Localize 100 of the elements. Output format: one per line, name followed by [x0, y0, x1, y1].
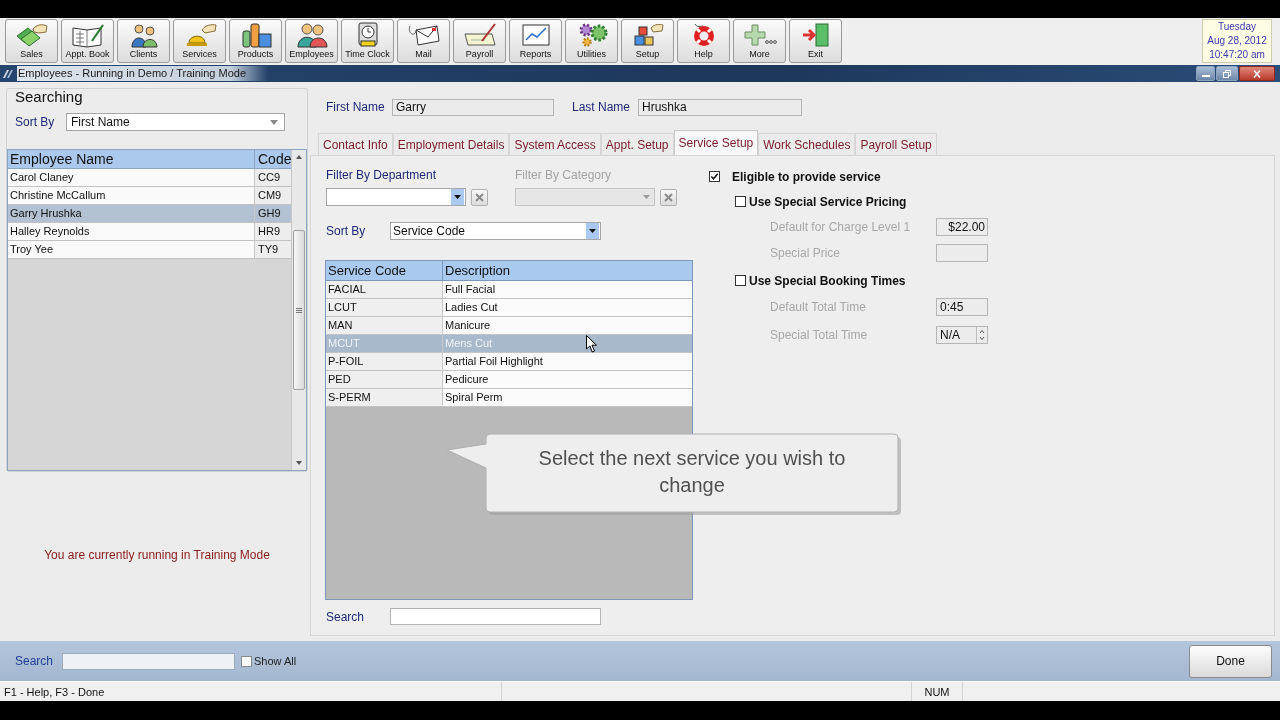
toolbar-button[interactable]: Employees: [285, 19, 338, 63]
table-cell: Spiral Perm: [442, 389, 692, 406]
toolbar-button[interactable]: Clients: [117, 19, 170, 63]
checkbox[interactable]: [735, 275, 746, 286]
table-cell: Ladies Cut: [442, 299, 692, 316]
tab[interactable]: Service Setup: [673, 130, 759, 155]
table-cell: P-FOIL: [326, 353, 442, 370]
cash-hand-icon: [14, 22, 49, 48]
sort-dropdown[interactable]: First Name: [66, 113, 285, 131]
search-label: Search: [15, 654, 55, 668]
search-field[interactable]: [390, 608, 601, 625]
last-name-field[interactable]: Hrushka: [638, 98, 802, 116]
sort-by-label: Sort By: [326, 224, 367, 238]
toolbar-button[interactable]: More: [733, 19, 786, 63]
close-icon: [1252, 69, 1262, 78]
tab[interactable]: Payroll Setup: [855, 133, 937, 155]
training-mode-notice: You are currently running in Training Mode: [44, 548, 270, 562]
toolbar-button[interactable]: Exit: [789, 19, 842, 63]
caret-icon: [451, 189, 464, 205]
search-field[interactable]: [62, 652, 235, 670]
first-name-field[interactable]: Garry: [392, 98, 554, 116]
caret-icon: [270, 119, 278, 125]
restore-button[interactable]: [1216, 66, 1238, 81]
field-label: Special Price: [770, 246, 842, 260]
mouse-pointer-icon: [586, 335, 598, 353]
toolbar-button[interactable]: Setup: [621, 19, 674, 63]
clear-filter-button[interactable]: [660, 188, 677, 206]
toolbar-button[interactable]: Utilities: [565, 19, 618, 63]
column-header[interactable]: Employee Name: [8, 150, 254, 168]
employee-row[interactable]: Halley Reynolds HR9: [8, 223, 292, 241]
restore-icon: [1222, 69, 1232, 78]
sort-by-label: Sort By: [15, 115, 56, 129]
table-cell-text: Christine McCallum: [9, 188, 107, 203]
last-name-label: Last Name: [572, 100, 632, 114]
tab[interactable]: Work Schedules: [758, 133, 856, 155]
table-cell: FACIAL: [326, 281, 442, 298]
clear-filter-button[interactable]: [471, 188, 488, 206]
table-cell: HR9: [254, 223, 292, 240]
toolbar-button[interactable]: Mail: [397, 19, 450, 63]
caret-icon: [586, 223, 599, 239]
group-title: Searching: [15, 89, 83, 105]
checkbox[interactable]: [709, 171, 720, 182]
table-cell: Full Facial: [442, 281, 692, 298]
tab[interactable]: System Access: [509, 133, 601, 155]
toolbar-button[interactable]: Help: [677, 19, 730, 63]
grip-icon: [296, 307, 303, 313]
tab[interactable]: Appt. Setup: [600, 133, 674, 155]
table-cell-text: Halley Reynolds: [9, 224, 91, 239]
service-row[interactable]: PED Pedicure: [326, 371, 692, 389]
spinner-field[interactable]: N/A: [936, 326, 988, 344]
date-text: Aug 28, 2012: [1207, 34, 1267, 48]
column-header[interactable]: Service Code: [326, 261, 442, 280]
app-icon: [2, 67, 14, 80]
service-row[interactable]: P-FOIL Partial Foil Highlight: [326, 353, 692, 371]
field-label: Default Total Time: [770, 300, 867, 314]
service-row[interactable]: FACIAL Full Facial: [326, 281, 692, 299]
first-name-label: First Name: [326, 100, 386, 114]
spin-arrows-icon: [976, 327, 987, 343]
employee-row[interactable]: Garry Hrushka GH9: [8, 205, 292, 223]
service-row[interactable]: MAN Manicure: [326, 317, 692, 335]
toolbar-button[interactable]: Sales: [5, 19, 58, 63]
table-cell: TY9: [254, 241, 292, 258]
two-people-icon: [294, 22, 329, 48]
sort-dropdown[interactable]: Service Code: [390, 222, 601, 240]
open-book-icon: [70, 22, 105, 48]
minimize-button[interactable]: [1196, 66, 1215, 81]
employee-row[interactable]: Carol Claney CC9: [8, 169, 292, 187]
department-dropdown[interactable]: [326, 188, 466, 206]
employee-row[interactable]: Christine McCallum CM9: [8, 187, 292, 205]
checkbox[interactable]: [241, 655, 252, 667]
employee-row[interactable]: Troy Yee TY9: [8, 241, 292, 259]
table-cell: S-PERM: [326, 389, 442, 406]
field-label: Special Total Time: [770, 328, 869, 342]
tab[interactable]: Contact Info: [318, 133, 393, 155]
service-row[interactable]: LCUT Ladies Cut: [326, 299, 692, 317]
price-field[interactable]: $22.00: [936, 218, 988, 236]
close-button[interactable]: [1239, 66, 1275, 81]
toolbar-button[interactable]: Time Clock: [341, 19, 394, 63]
time-field[interactable]: 0:45: [936, 298, 988, 316]
toolbar-button[interactable]: Services: [173, 19, 226, 63]
envelope-icon: [406, 22, 441, 48]
special-price-field[interactable]: [936, 244, 988, 262]
toolbar-button[interactable]: Payroll: [453, 19, 506, 63]
num-lock-indicator: NUM: [924, 685, 950, 698]
column-header[interactable]: Description: [442, 261, 692, 280]
service-row[interactable]: S-PERM Spiral Perm: [326, 389, 692, 407]
toolbar-button[interactable]: Reports: [509, 19, 562, 63]
scrollbar[interactable]: [291, 150, 307, 470]
done-button[interactable]: Done: [1189, 644, 1272, 678]
time-text: 10:47:20 am: [1209, 48, 1265, 62]
scrollbar-thumb[interactable]: [293, 230, 306, 390]
table-cell: MAN: [326, 317, 442, 334]
cheque-pen-icon: [462, 22, 497, 48]
option-label: Use Special Service Pricing: [749, 194, 907, 209]
toolbar-button[interactable]: Products: [229, 19, 282, 63]
tab[interactable]: Employment Details: [392, 133, 510, 155]
x-icon: [663, 191, 674, 203]
table-cell: CM9: [254, 187, 292, 204]
toolbar-button[interactable]: Appt. Book: [61, 19, 114, 63]
checkbox[interactable]: [735, 196, 746, 207]
